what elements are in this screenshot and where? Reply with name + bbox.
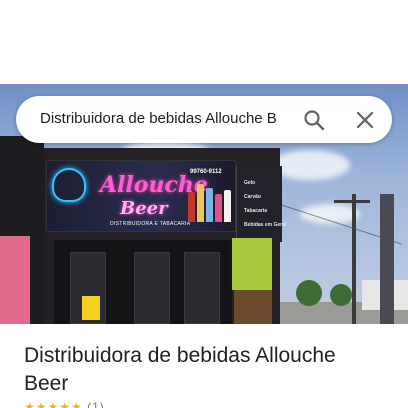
utility-pole (352, 194, 356, 324)
review-count: (1) (87, 400, 105, 408)
utility-pole-bar (334, 200, 370, 203)
door (184, 252, 220, 324)
place-title: Distribuidora de bebidas Allouche Beer (24, 344, 336, 395)
tree (330, 284, 352, 306)
hookah-logo (52, 168, 86, 202)
side-sign-line: Carvão (244, 194, 261, 200)
shelf (234, 290, 272, 324)
post (380, 194, 394, 324)
close-icon[interactable] (353, 108, 377, 132)
bottles-graphic (186, 182, 232, 222)
rating-row[interactable]: ★★★★★ (1) (24, 400, 105, 408)
side-sign-line: Bebidas em Geral (244, 222, 287, 228)
search-bar[interactable]: Distribuidora de bebidas Allouche B (16, 96, 392, 143)
rating-stars: ★★★★★ (24, 400, 83, 408)
search-input[interactable]: Distribuidora de bebidas Allouche B (40, 110, 290, 127)
cloud (270, 150, 350, 180)
side-sign-line: Tabacaria (244, 208, 267, 214)
sign-subtitle: DISTRIBUIDORA E TABACARIA (110, 221, 191, 227)
sign-name-2: Beer (120, 198, 168, 219)
green-banner (232, 238, 272, 290)
neighbor-building (0, 136, 44, 324)
tree (296, 280, 322, 306)
door (134, 252, 170, 324)
side-sign (236, 166, 282, 242)
search-icon[interactable] (302, 108, 326, 132)
price-tag (82, 296, 100, 320)
sign-phone: 99760-9112 (190, 169, 222, 175)
side-sign-line: Gelo (244, 180, 256, 186)
